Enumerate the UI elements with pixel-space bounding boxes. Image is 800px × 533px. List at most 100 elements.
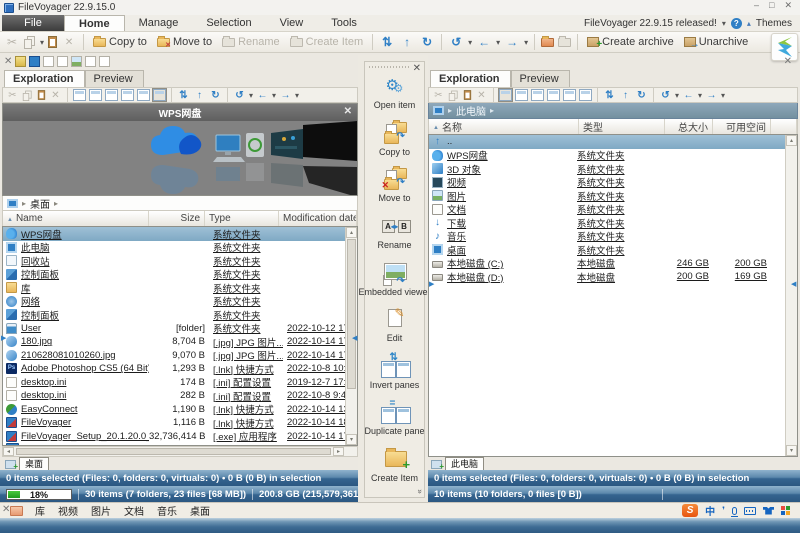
file-row[interactable]: 3D 对象系统文件夹 bbox=[429, 162, 797, 176]
file-row[interactable]: EasyConnect1,190 B[.lnk] 快捷方式2022-10-14 … bbox=[3, 403, 357, 417]
view-list-icon[interactable] bbox=[531, 89, 544, 101]
file-row[interactable]: 视频系统文件夹 bbox=[429, 176, 797, 190]
cut-icon[interactable] bbox=[4, 34, 20, 50]
tab-exploration[interactable]: Exploration bbox=[430, 70, 511, 87]
edit-button[interactable]: ✎Edit bbox=[365, 307, 424, 343]
skin-icon[interactable] bbox=[763, 507, 774, 515]
file-row[interactable]: ↑.. bbox=[429, 135, 797, 149]
file-row[interactable]: 本地磁盘 (C:)本地磁盘246 GB200 GB bbox=[429, 257, 797, 271]
create-item-button[interactable]: Create Item bbox=[287, 36, 366, 48]
announcement-caret-icon[interactable] bbox=[722, 18, 726, 29]
zip-viewer-icon[interactable] bbox=[15, 56, 26, 67]
pane-delete-icon[interactable] bbox=[475, 89, 488, 102]
file-row[interactable]: FileVoyager_Setup_20.1.20.0_Full.exe32,7… bbox=[3, 430, 357, 444]
copy-to-button[interactable]: ↷Copy to bbox=[365, 121, 424, 157]
keyboard-icon[interactable] bbox=[744, 507, 756, 515]
quick-link-2[interactable]: 图片 bbox=[91, 503, 111, 518]
screen-viewer-icon[interactable] bbox=[29, 56, 40, 67]
left-horizontal-scrollbar[interactable] bbox=[2, 446, 358, 457]
tab-exploration[interactable]: Exploration bbox=[4, 70, 85, 87]
hex-viewer-icon[interactable] bbox=[57, 56, 68, 67]
file-row[interactable]: 此电脑系统文件夹 bbox=[3, 241, 357, 255]
copy-to-button[interactable]: Copy to bbox=[90, 36, 150, 48]
scroll-thumb[interactable] bbox=[347, 239, 356, 389]
view-list-icon[interactable] bbox=[105, 89, 118, 101]
image-viewer-icon[interactable] bbox=[71, 56, 82, 67]
refresh-icon[interactable] bbox=[419, 34, 435, 50]
splitter-arrow-icon[interactable]: ◀ bbox=[352, 334, 357, 342]
hscroll-thumb[interactable] bbox=[16, 448, 331, 455]
invert-panes-button[interactable]: ⇅Invert panes bbox=[365, 354, 424, 390]
file-row[interactable]: 网络系统文件夹 bbox=[3, 295, 357, 309]
pane-copy-icon[interactable] bbox=[449, 93, 455, 101]
view-columns-icon[interactable] bbox=[121, 89, 134, 101]
pane-cut-icon[interactable] bbox=[6, 89, 19, 102]
rename-button[interactable]: Rename bbox=[219, 36, 283, 48]
forward-caret-icon[interactable] bbox=[524, 36, 528, 48]
move-to-button[interactable]: Move to bbox=[154, 36, 215, 48]
file-row[interactable]: FileVoyager1,116 B[.lnk] 快捷方式2022-10-14 … bbox=[3, 416, 357, 430]
pane-forward-caret-icon[interactable] bbox=[721, 90, 725, 101]
file-row[interactable]: WPS网盘系统文件夹 bbox=[3, 227, 357, 241]
announcement-link[interactable]: FileVoyager 22.9.15 released! bbox=[584, 18, 717, 29]
toolbox-grid-icon[interactable] bbox=[781, 506, 790, 515]
pane-forward-icon[interactable] bbox=[705, 89, 718, 102]
splitter-arrow-icon[interactable]: ◀ bbox=[791, 280, 796, 288]
quick-link-1[interactable]: 视频 bbox=[58, 503, 78, 518]
scroll-down-icon[interactable] bbox=[346, 434, 357, 445]
file-row[interactable]: 控制面板系统文件夹 bbox=[3, 308, 357, 322]
file-row[interactable]: 180.jpg8,704 B[.jpg] JPG 图片...2022-10-14… bbox=[3, 335, 357, 349]
file-row[interactable]: 控制面板系统文件夹 bbox=[3, 268, 357, 282]
collapse-tree-icon[interactable] bbox=[379, 34, 395, 50]
pane-back-icon[interactable] bbox=[256, 89, 269, 102]
close-viewer-icon[interactable] bbox=[4, 56, 12, 67]
history-caret-icon[interactable] bbox=[468, 36, 472, 48]
breadcrumb-location[interactable]: 桌面 bbox=[30, 196, 50, 211]
file-row[interactable]: Adobe Photoshop CS5 (64 Bit)1,293 B[.lnk… bbox=[3, 362, 357, 376]
right-folder-tab[interactable]: 此电脑 bbox=[445, 457, 484, 470]
pane-refresh-icon[interactable] bbox=[209, 89, 222, 102]
view-coverflow-icon[interactable] bbox=[153, 89, 166, 101]
text-viewer-icon[interactable] bbox=[43, 56, 54, 67]
pane-delete-icon[interactable] bbox=[49, 89, 62, 102]
back-icon[interactable] bbox=[476, 34, 492, 50]
file-row[interactable]: WPS网盘系统文件夹 bbox=[429, 149, 797, 163]
close-pane-icon[interactable] bbox=[784, 56, 792, 67]
duplicate-pane-button[interactable]: =Duplicate pane bbox=[365, 400, 424, 436]
splitter-arrow-icon[interactable]: ▶ bbox=[1, 334, 6, 342]
tab-preview[interactable]: Preview bbox=[511, 70, 570, 87]
close-button[interactable] bbox=[784, 0, 792, 11]
header-total-size[interactable]: 总大小 bbox=[665, 119, 713, 134]
file-row[interactable]: 文档系统文件夹 bbox=[429, 203, 797, 217]
tab-preview[interactable]: Preview bbox=[85, 70, 144, 87]
file-row[interactable]: desktop.ini282 B[.ini] 配置设置2022-10-8 9:4… bbox=[3, 389, 357, 403]
pane-forward-icon[interactable] bbox=[279, 89, 292, 102]
pane-back-caret-icon[interactable] bbox=[698, 90, 702, 101]
view-details-icon[interactable] bbox=[499, 89, 512, 101]
file-menu-button[interactable]: File bbox=[2, 15, 64, 31]
toolbar-grip[interactable] bbox=[369, 64, 410, 71]
view-tiles-icon[interactable] bbox=[89, 89, 102, 101]
file-row[interactable]: User[folder]系统文件夹2022-10-12 17:1... bbox=[3, 322, 357, 336]
pane-up-icon[interactable] bbox=[193, 89, 206, 102]
breadcrumb-location[interactable]: 此电脑 bbox=[456, 103, 486, 118]
header-date[interactable]: Modification date bbox=[279, 211, 357, 226]
tab-view[interactable]: View bbox=[266, 15, 318, 31]
collapse-ribbon-icon[interactable] bbox=[747, 18, 751, 29]
new-tab-icon[interactable] bbox=[431, 460, 442, 469]
header-type[interactable]: Type bbox=[205, 211, 279, 226]
file-row[interactable]: desktop.ini174 B[.ini] 配置设置2019-12-7 17:… bbox=[3, 376, 357, 390]
create-archive-button[interactable]: + Create archive bbox=[584, 36, 677, 48]
scroll-left-icon[interactable] bbox=[3, 447, 14, 456]
view-coverflow-icon[interactable] bbox=[579, 89, 592, 101]
pane-collapse-icon[interactable] bbox=[177, 89, 190, 102]
view-details-icon[interactable] bbox=[73, 89, 86, 101]
locked-folder-icon[interactable] bbox=[558, 38, 571, 47]
header-size[interactable]: Size bbox=[149, 211, 205, 226]
file-row[interactable]: 回收站系统文件夹 bbox=[3, 254, 357, 268]
blank-viewer-icon[interactable] bbox=[99, 56, 110, 67]
quick-link-0[interactable]: 库 bbox=[35, 503, 45, 518]
preview-close-icon[interactable] bbox=[344, 106, 352, 117]
pane-history-icon[interactable] bbox=[659, 89, 672, 102]
right-vertical-scrollbar[interactable] bbox=[785, 135, 797, 456]
